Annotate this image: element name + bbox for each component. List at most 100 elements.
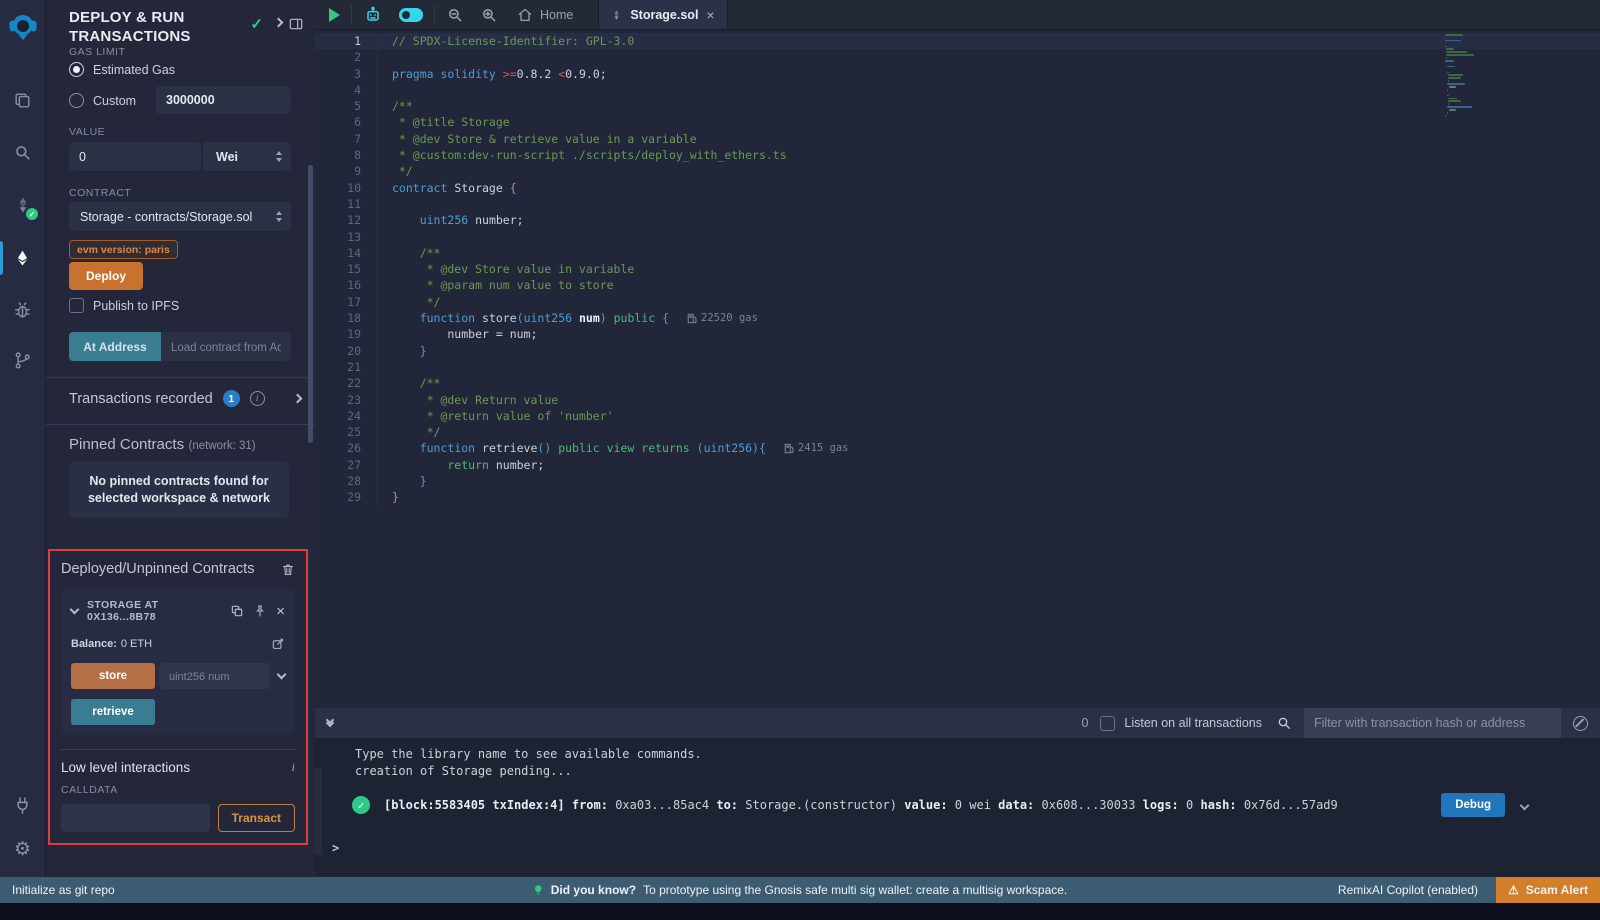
value-label: VALUE (69, 126, 105, 138)
calldata-input[interactable] (61, 804, 210, 832)
chevron-down-icon[interactable] (70, 605, 80, 615)
transaction-log-row[interactable]: ✓ [block:5583405 txIndex:4] from: 0xa03.… (352, 793, 1528, 817)
settings-icon[interactable]: ⚙ (0, 827, 45, 871)
code-line: 15 * @dev Store value in variable (315, 261, 1600, 277)
code-line: 27 return number; (315, 457, 1600, 473)
contract-label: CONTRACT (69, 187, 131, 199)
copilot-status[interactable]: RemixAI Copilot (enabled) (1338, 883, 1478, 897)
code-line: 16 * @param num value to store (315, 277, 1600, 293)
edit-balance-icon[interactable] (271, 637, 285, 651)
pin-icon[interactable] (253, 604, 267, 618)
estimated-gas-radio[interactable]: Estimated Gas (69, 62, 175, 77)
terminal-prompt[interactable]: > (332, 841, 1528, 855)
icon-rail: ✓ ⚙ (0, 0, 45, 877)
collapse-terminal-icon[interactable] (327, 720, 333, 726)
plugin-manager-icon[interactable] (0, 783, 45, 827)
deploy-run-panel: DEPLOY & RUN TRANSACTIONS ✓ GAS LIMIT Es… (45, 0, 315, 877)
code-line: 2 (315, 49, 1600, 65)
run-script-icon[interactable] (315, 0, 348, 29)
transact-button[interactable]: Transact (218, 804, 295, 832)
panel-expand-icon[interactable] (274, 18, 284, 28)
gas-estimate-annotation: 22520 gas (687, 310, 758, 326)
calldata-label: CALLDATA (61, 784, 295, 796)
radio-selected[interactable] (69, 62, 84, 77)
zoom-in-icon[interactable] (472, 0, 506, 29)
deployed-contracts-section: Deployed/Unpinned Contracts STORAGE AT 0… (48, 549, 308, 845)
home-icon (517, 7, 533, 23)
contract-select[interactable]: Storage - contracts/Storage.sol (69, 202, 291, 231)
terminal-scrollbar[interactable] (315, 768, 322, 855)
remixd-robot-icon[interactable] (355, 0, 391, 29)
expand-tx-icon[interactable] (1520, 800, 1530, 810)
compile-success-badge: ✓ (26, 208, 38, 220)
code-line: 26 function retrieve() public view retur… (315, 440, 1600, 456)
warning-icon: ⚠ (1508, 883, 1519, 897)
remix-logo[interactable] (0, 0, 45, 52)
tx-filter-input[interactable] (1304, 708, 1561, 738)
info-icon[interactable]: i (250, 391, 265, 406)
panel-check-icon: ✓ (250, 15, 263, 33)
pin-panel-icon[interactable] (288, 16, 304, 32)
panel-scrollbar[interactable] (308, 165, 313, 443)
debug-button[interactable]: Debug (1441, 793, 1505, 817)
code-line: 8 * @custom:dev-run-script ./scripts/dep… (315, 147, 1600, 163)
code-line: 10contract Storage { (315, 180, 1600, 196)
scam-alert-button[interactable]: ⚠ Scam Alert (1496, 877, 1600, 903)
code-line: 24 * @return value of 'number' (315, 408, 1600, 424)
close-tab-icon[interactable]: × (706, 7, 714, 23)
remix-ide-window: ✓ ⚙ DEPLOY & RUN TRANSACTIONS ✓ GAS LIMI… (0, 0, 1600, 920)
at-address-input[interactable] (161, 332, 291, 361)
tx-log-text: [block:5583405 txIndex:4] from: 0xa03...… (384, 798, 1338, 812)
debugger-icon[interactable] (0, 288, 45, 332)
code-line: 6 * @title Storage (315, 114, 1600, 130)
git-icon[interactable] (0, 338, 45, 382)
editor-toolbar: Home Storage.sol × (315, 0, 1600, 30)
copy-icon[interactable] (230, 604, 244, 618)
at-address-button[interactable]: At Address (69, 332, 161, 361)
gas-estimate-annotation: 2415 gas (784, 440, 849, 456)
solidity-compiler-icon[interactable]: ✓ (0, 183, 45, 227)
search-icon[interactable] (1276, 715, 1292, 731)
evm-version-badge: evm version: paris (69, 240, 178, 259)
chevron-right-icon[interactable] (293, 394, 303, 404)
tab-home[interactable]: Home (506, 0, 584, 29)
retrieve-function-button[interactable]: retrieve (71, 699, 155, 725)
store-param-input[interactable] (159, 663, 270, 689)
close-instance-icon[interactable]: × (276, 604, 285, 619)
code-line: 3pragma solidity >=0.8.2 <0.9.0; (315, 66, 1600, 82)
value-input[interactable] (69, 142, 201, 171)
widget-toggle-icon[interactable] (391, 0, 431, 29)
code-editor: Home Storage.sol × 1// SPDX-License-Iden… (315, 0, 1600, 708)
terminal-body[interactable]: Type the library name to see available c… (315, 738, 1600, 855)
minimap[interactable] (1445, 34, 1517, 118)
code-area[interactable]: 1// SPDX-License-Identifier: GPL-3.023pr… (315, 30, 1600, 707)
code-line: 4 (315, 82, 1600, 98)
custom-gas-input[interactable] (156, 86, 291, 114)
listen-all-checkbox[interactable] (1100, 716, 1115, 731)
publish-ipfs-row[interactable]: Publish to IPFS (69, 298, 179, 313)
custom-gas-radio[interactable]: Custom (69, 93, 136, 108)
radio-unselected[interactable] (69, 93, 84, 108)
tx-count-badge: 1 (223, 390, 240, 407)
tab-storage-sol[interactable]: Storage.sol × (598, 0, 727, 29)
deploy-run-icon[interactable] (0, 236, 45, 280)
trash-icon[interactable] (281, 562, 295, 577)
expand-params-icon[interactable] (277, 670, 287, 680)
zoom-out-icon[interactable] (438, 0, 472, 29)
search-icon[interactable] (0, 130, 45, 174)
code-line: 29} (315, 489, 1600, 505)
store-function-button[interactable]: store (71, 663, 155, 689)
low-level-title: Low level interactions (61, 760, 292, 775)
deployed-title: Deployed/Unpinned Contracts (61, 561, 281, 577)
info-icon[interactable]: i (292, 760, 295, 775)
publish-ipfs-checkbox[interactable] (69, 298, 84, 313)
pinned-empty-message: No pinned contracts found for selected w… (69, 462, 289, 518)
file-explorer-icon[interactable] (0, 78, 45, 122)
git-init-button[interactable]: Initialize as git repo (0, 883, 115, 897)
code-line: 19 number = num; (315, 326, 1600, 342)
transactions-recorded-row[interactable]: Transactions recorded 1 i (69, 390, 301, 407)
deploy-button[interactable]: Deploy (69, 262, 143, 290)
gas-limit-label: GAS LIMIT (69, 46, 125, 58)
clear-console-icon[interactable] (1573, 716, 1588, 731)
value-unit-select[interactable]: Wei (203, 142, 291, 171)
